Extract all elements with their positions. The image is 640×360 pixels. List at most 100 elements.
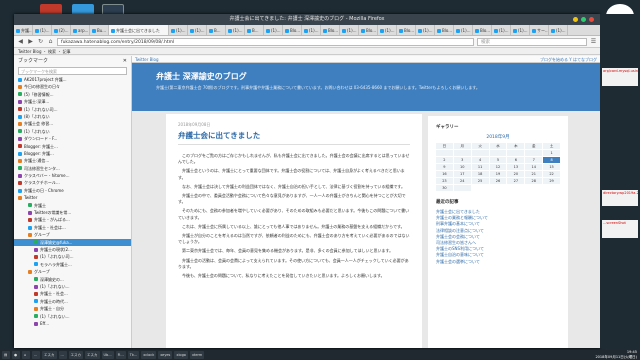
tab[interactable]: (1)... — [511, 25, 530, 35]
taskbar-item[interactable]: Ub... — [101, 351, 114, 359]
bookmark-item[interactable]: (1)「ぶれない — [14, 128, 131, 135]
taskbar-item[interactable]: ... — [58, 351, 67, 359]
thumbnail-window[interactable]: directory.wp2019a-20191V — [602, 190, 638, 206]
tab[interactable]: Blo... — [397, 25, 416, 35]
tab[interactable]: (1)... — [226, 25, 245, 35]
tab[interactable]: Blo... — [321, 25, 340, 35]
bookmark-item[interactable]: 弁護士:深澤... — [14, 98, 131, 105]
post-title[interactable]: 弁護士会に出てきました — [178, 130, 410, 145]
forward-button[interactable]: ▶ — [27, 38, 34, 45]
taskbar-clock[interactable]: 19:45 2018年09月11日(火曜日) — [595, 350, 637, 360]
calendar-day[interactable]: 4 — [471, 157, 489, 163]
taskbar-item[interactable]: ▤ — [2, 351, 10, 359]
taskbar-item[interactable]: xlogo — [174, 351, 188, 359]
calendar-day[interactable]: 27 — [507, 178, 525, 184]
bookmark-item[interactable]: (1)「ぶれない... — [14, 313, 131, 320]
calendar-day[interactable]: 14 — [525, 164, 543, 170]
calendar-day[interactable]: 6 — [507, 157, 525, 163]
tab[interactable]: Blo... — [473, 25, 492, 35]
close-button[interactable] — [589, 17, 594, 22]
taskbar-item[interactable]: エスカ — [42, 351, 57, 359]
recent-post-link[interactable]: 弁護士会の選挙について — [436, 259, 560, 265]
taskbar-item[interactable]: ... — [32, 351, 40, 359]
calendar-day[interactable]: 26 — [489, 178, 507, 184]
tab[interactable]: (1)... — [188, 25, 207, 35]
calendar-day[interactable]: 3 — [453, 157, 471, 163]
bookmark-item[interactable]: (1)「ぶれない... — [14, 283, 131, 290]
calendar-day[interactable]: 28 — [525, 178, 543, 184]
calendar-day[interactable]: 11 — [471, 164, 489, 170]
calendar-day[interactable]: 12 — [489, 164, 507, 170]
tab[interactable]: (1)... — [416, 25, 435, 35]
calendar-day[interactable]: 10 — [453, 164, 471, 170]
reload-button[interactable]: ↻ — [37, 38, 44, 45]
bookmark-item[interactable]: Twitter — [14, 194, 131, 201]
bookmark-item[interactable]: ダウンロード - F... — [14, 135, 131, 142]
tab[interactable]: Blo... — [435, 25, 454, 35]
bookmark-item[interactable]: 弁護士の時代... — [14, 298, 131, 305]
tab[interactable]: サー... — [530, 25, 549, 35]
bookmark-item[interactable]: クラスペバー - hitome... — [14, 172, 131, 179]
calendar-day[interactable]: 18 — [471, 171, 489, 177]
bookmark-item[interactable]: 弁護士会 修習... — [14, 120, 131, 127]
tab[interactable]: Blo... — [283, 25, 302, 35]
bookmark-item[interactable]: グループ — [14, 231, 131, 238]
bookmark-item[interactable]: 弁護士の日 - Chrome — [14, 187, 131, 194]
bookmark-item[interactable]: クラスクチホール... — [14, 179, 131, 186]
tab[interactable]: 弁護... — [14, 25, 33, 35]
calendar-day[interactable]: 21 — [525, 171, 543, 177]
calendar-day[interactable]: 1 — [543, 150, 560, 156]
tab[interactable]: Blo... — [359, 25, 378, 35]
tab[interactable]: 弁護士会に出てきました — [109, 25, 169, 35]
bookmark-toolbar[interactable]: Twitter Blog ・ 検索 ・ 記事 — [14, 48, 600, 55]
tab[interactable]: arp... — [71, 25, 90, 35]
taskbar-item[interactable]: xclock — [141, 351, 157, 359]
bookmark-item[interactable]: (5)「修習情報... — [14, 91, 131, 98]
calendar-day[interactable]: 2 — [436, 157, 453, 163]
thumbnail-window[interactable]: ...screenShot — [602, 220, 638, 238]
calendar-day[interactable]: 17 — [453, 171, 471, 177]
taskbar-item[interactable]: xterm — [189, 351, 205, 359]
bookmark-item[interactable]: モラハラ弁護士... — [14, 261, 131, 268]
calendar-day[interactable]: 29 — [543, 178, 560, 184]
url-bar[interactable]: fukazawa.hatenablog.com/entry/2018/09/08… — [57, 37, 474, 46]
taskbar-item[interactable]: ● — [12, 351, 20, 359]
tab[interactable]: B... — [207, 25, 226, 35]
bookmark-item[interactable]: Blogger: 弁護士... — [14, 143, 131, 150]
thumbnail-window[interactable]: arp/card-mysql-using.it... — [602, 68, 638, 86]
bookmark-search-input[interactable]: ブックマークを検索 — [18, 67, 127, 75]
bookmark-item[interactable]: (1)「ぶれない司... — [14, 253, 131, 260]
search-bar[interactable]: 検索 — [477, 37, 587, 46]
calendar-day[interactable]: 5 — [489, 157, 507, 163]
bookmark-item[interactable]: グループ — [14, 268, 131, 275]
calendar-day[interactable]: 19 — [489, 171, 507, 177]
calendar-day[interactable]: 9 — [436, 164, 453, 170]
bookmark-item[interactable]: 深澤諭史の... — [14, 276, 131, 283]
tab[interactable]: (1)... — [302, 25, 321, 35]
bookmark-item[interactable]: 弁護士 - がんばる... — [14, 216, 131, 223]
tab[interactable]: (2)... — [52, 25, 71, 35]
tab[interactable]: (1)... — [169, 25, 188, 35]
bookmark-item[interactable]: Twitterの常識を常... — [14, 209, 131, 216]
taskbar-item[interactable]: ⌂ — [22, 351, 30, 359]
taskbar-item[interactable]: Fi... — [115, 351, 126, 359]
bookmark-item[interactable]: 弁護士:通信... — [14, 157, 131, 164]
tab[interactable]: (1)... — [33, 25, 52, 35]
bookmark-item[interactable]: 弁護士 - 社会... — [14, 290, 131, 297]
calendar-day[interactable]: 16 — [436, 171, 453, 177]
bookmark-item[interactable]: 弁護士 - 社会は... — [14, 224, 131, 231]
tab[interactable]: (1)... — [549, 25, 568, 35]
taskbar-item[interactable]: エスカ — [85, 351, 100, 359]
bookmark-item[interactable]: 弁護士の現状(2... — [14, 246, 131, 253]
tab[interactable]: B... — [245, 25, 264, 35]
calendar-day[interactable]: 23 — [436, 178, 453, 184]
bookmark-item[interactable]: 弁護士 - 自分 — [14, 305, 131, 312]
bookmark-item[interactable]: (8)「ぶれない — [14, 113, 131, 120]
back-button[interactable]: ◀ — [17, 38, 24, 45]
calendar-day[interactable]: 24 — [453, 178, 471, 184]
bookmark-item[interactable]: 弁護士 — [14, 202, 131, 209]
library-icon[interactable]: ☰ — [590, 38, 597, 45]
tab[interactable]: (1)... — [264, 25, 283, 35]
blog-topbar-left[interactable]: Twitter Blog — [135, 56, 159, 62]
tab[interactable]: (1)... — [378, 25, 397, 35]
